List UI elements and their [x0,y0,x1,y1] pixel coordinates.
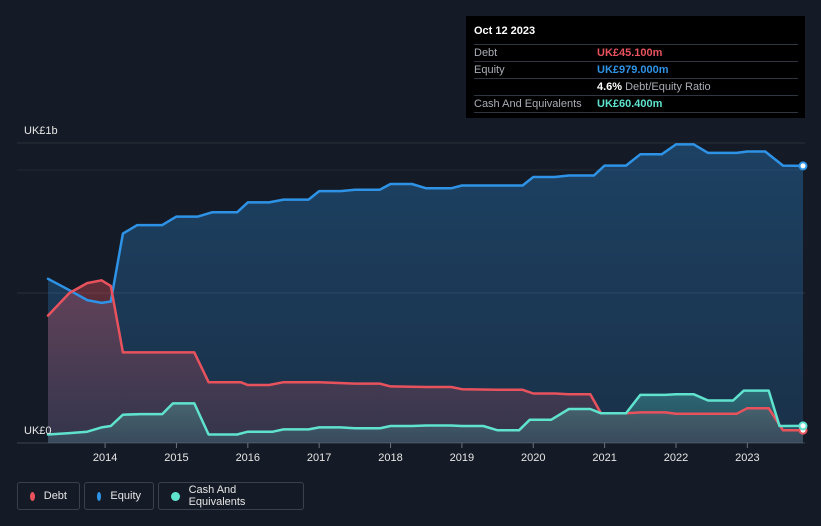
equity-dot-icon [97,491,102,501]
legend-debt-label: Debt [43,490,67,502]
tooltip-cash-value: UK£60.400m [597,98,663,110]
debt-dot-icon [30,491,35,501]
tooltip-debt-value: UK£45.100m [597,47,663,59]
legend-item-cash[interactable]: Cash And Equivalents [158,482,304,510]
x-tick-label: 2018 [378,452,402,464]
tooltip-ratio-label: Debt/Equity Ratio [625,81,711,93]
x-tick-label: 2023 [735,452,759,464]
x-tick-label: 2017 [307,452,331,464]
x-tick-label: 2021 [592,452,616,464]
tooltip-ratio-row: 4.6% Debt/Equity Ratio [474,78,798,95]
tooltip-equity-row: Equity UK£979.000m [474,61,798,78]
tooltip-date: Oct 12 2023 [474,25,536,37]
x-tick-label: 2019 [450,452,474,464]
tooltip-cash-row: Cash And Equivalents UK£60.400m [474,95,798,112]
x-axis-ticks: 2014 2015 2016 2017 2018 2019 2020 2021 2022 2023 [93,443,760,464]
x-tick-label: 2020 [521,452,545,464]
tooltip-cash-label: Cash And Equivalents [474,98,582,110]
tooltip-debt-label: Debt [474,47,498,59]
data-tooltip: Oct 12 2023 Debt UK£45.100m Equity UK£97… [466,16,805,118]
y-axis-bottom-label: UK£0 [24,425,52,437]
legend-equity-label: Equity [110,490,141,502]
equity-end-marker [798,161,808,171]
x-tick-label: 2015 [164,452,188,464]
x-tick-label: 2022 [664,452,688,464]
legend-cash-label: Cash And Equivalents [188,484,246,508]
cash-dot-icon [171,491,180,501]
legend-item-debt[interactable]: Debt [17,482,80,510]
y-axis-top-label: UK£1b [24,125,58,137]
x-tick-label: 2014 [93,452,117,464]
tooltip-equity-value: UK£979.000m [597,64,669,76]
tooltip-debt-row: Debt UK£45.100m [474,44,798,61]
tooltip-equity-label: Equity [474,64,505,76]
tooltip-ratio-value: 4.6% [597,81,623,93]
legend-item-equity[interactable]: Equity [84,482,154,510]
x-tick-label: 2016 [236,452,260,464]
cash-end-marker [798,421,808,431]
